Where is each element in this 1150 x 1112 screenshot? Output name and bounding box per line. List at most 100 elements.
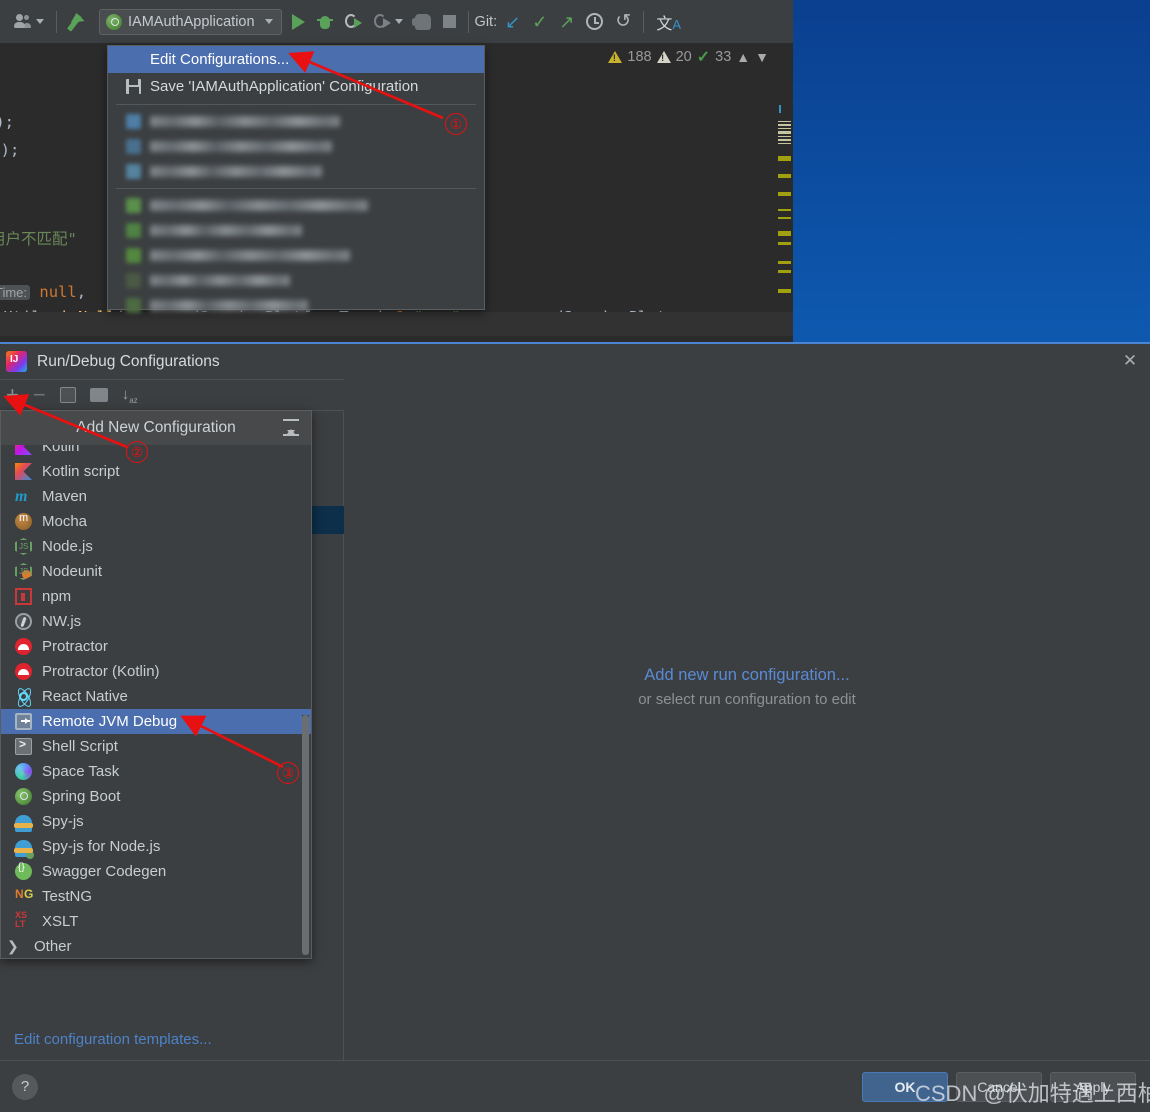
list-item-spy-js[interactable]: Spy-js <box>1 809 311 834</box>
translate-icon[interactable]: 文A <box>650 7 687 37</box>
menu-item-label: Edit Configurations... <box>150 51 290 68</box>
add-new-configuration-popup[interactable]: Add New Configuration Kotlin Kotlin scri… <box>0 410 312 959</box>
git-rollback-icon[interactable]: ↺ <box>609 7 637 37</box>
list-scrollbar[interactable] <box>302 715 309 955</box>
git-commit-icon[interactable]: ✓ <box>526 7 553 37</box>
list-item-label: Spy-js for Node.js <box>42 838 161 855</box>
list-item-protractor[interactable]: Protractor <box>1 634 311 659</box>
list-item-label: Kotlin <box>42 445 80 455</box>
minus-icon[interactable]: − <box>33 384 46 406</box>
list-item-label: Kotlin script <box>42 463 120 480</box>
save-icon <box>126 79 141 94</box>
list-item-label: Protractor (Kotlin) <box>42 663 160 680</box>
chevron-down-icon <box>394 19 403 24</box>
menu-item-redacted[interactable] <box>108 109 484 134</box>
edit-configuration-templates-link[interactable]: Edit configuration templates... <box>14 1031 212 1048</box>
list-item-kotlin-script[interactable]: Kotlin script <box>1 459 311 484</box>
list-item-spy-js-nodejs[interactable]: Spy-js for Node.js <box>1 834 311 859</box>
chevron-up-icon[interactable]: ▲ <box>736 49 750 65</box>
menu-item-redacted[interactable] <box>108 218 484 243</box>
warning-count: 188 <box>627 49 652 65</box>
run-configuration-dropdown-menu[interactable]: Edit Configurations... Save 'IAMAuthAppl… <box>107 45 485 313</box>
list-scrollbar-thumb[interactable] <box>302 715 309 955</box>
redacted-label <box>150 141 332 152</box>
stop-button[interactable] <box>437 7 462 37</box>
empty-state-subtitle: or select run configuration to edit <box>638 691 856 708</box>
menu-item-redacted[interactable] <box>108 193 484 218</box>
remote-jvm-debug-icon <box>15 713 32 730</box>
attach-to-process-button[interactable] <box>409 7 437 37</box>
empty-state: Add new run configuration... or select r… <box>344 666 1150 708</box>
protractor-kotlin-icon <box>15 663 32 680</box>
chevron-down-icon[interactable]: ▼ <box>755 49 769 65</box>
menu-item-redacted[interactable] <box>108 293 484 318</box>
list-item-spring-boot[interactable]: Spring Boot <box>1 784 311 809</box>
code-line: pe); <box>0 141 20 159</box>
list-item-npm[interactable]: npm <box>1 584 311 609</box>
configuration-detail-panel: Add new run configuration... or select r… <box>344 412 1150 1060</box>
toolbar-divider <box>643 10 645 33</box>
user-avatar-icon[interactable] <box>8 7 50 37</box>
menu-item-redacted[interactable] <box>108 243 484 268</box>
menu-item-edit-configurations[interactable]: Edit Configurations... <box>108 46 484 73</box>
list-item-protractor-kotlin[interactable]: Protractor (Kotlin) <box>1 659 311 684</box>
editor-error-stripe[interactable] <box>778 121 791 295</box>
profile-button[interactable] <box>368 7 409 37</box>
list-item-nwjs[interactable]: NW.js <box>1 609 311 634</box>
menu-item-redacted[interactable] <box>108 134 484 159</box>
list-item-label: Remote JVM Debug <box>42 713 178 730</box>
run-debug-configurations-dialog: Run/Debug Configurations ✕ + − ↓az Edit … <box>0 342 1150 1112</box>
list-item-kotlin[interactable]: Kotlin <box>1 445 311 459</box>
list-item-label: npm <box>42 588 72 605</box>
redacted-icon <box>126 248 141 263</box>
list-item-maven[interactable]: m Maven <box>1 484 311 509</box>
git-push-icon[interactable]: ↗ <box>553 7 580 37</box>
redacted-label <box>150 116 340 127</box>
menu-item-redacted[interactable] <box>108 268 484 293</box>
run-button[interactable] <box>286 7 311 37</box>
git-history-icon[interactable] <box>580 7 609 37</box>
list-item-space-task[interactable]: Space Task <box>1 759 311 784</box>
csdn-watermark: CSDN @伏加特遇上西柚 <box>915 1081 1150 1106</box>
list-item-nodeunit[interactable]: Nodeunit <box>1 559 311 584</box>
list-item-mocha[interactable]: Mocha <box>1 509 311 534</box>
list-item-shell-script[interactable]: Shell Script <box>1 734 311 759</box>
list-item-other[interactable]: ❯ Other <box>1 934 311 958</box>
menu-divider <box>116 104 476 105</box>
list-item-react-native[interactable]: React Native <box>1 684 311 709</box>
testng-icon <box>15 887 33 905</box>
vcs-update-arrow-icon[interactable] <box>63 7 95 37</box>
menu-item-redacted[interactable] <box>108 159 484 184</box>
inspection-widget[interactable]: 188 20 ✓ 33 ▲ ▼ <box>608 47 769 67</box>
redacted-label <box>150 166 322 177</box>
sort-alphabetically-icon[interactable]: ↓az <box>122 386 138 405</box>
add-new-run-configuration-link[interactable]: Add new run configuration... <box>344 666 1150 685</box>
new-folder-icon[interactable] <box>89 388 108 402</box>
redacted-label <box>150 225 302 236</box>
menu-item-save-configuration[interactable]: Save 'IAMAuthApplication' Configuration <box>108 73 484 100</box>
list-item-testng[interactable]: TestNG <box>1 884 311 909</box>
plus-icon[interactable]: + <box>6 384 19 406</box>
list-item-xslt[interactable]: XS LT <box>1 909 311 934</box>
help-icon[interactable]: ? <box>12 1073 38 1100</box>
list-item-remote-jvm-debug[interactable]: Remote JVM Debug <box>1 709 311 734</box>
react-native-icon <box>15 688 32 705</box>
close-icon[interactable]: ✕ <box>1118 349 1142 373</box>
xslt-icon <box>15 910 32 930</box>
redacted-icon <box>126 223 141 238</box>
collapse-all-icon[interactable] <box>283 419 299 437</box>
debug-button[interactable] <box>311 7 339 37</box>
run-with-coverage-button[interactable] <box>339 7 368 37</box>
tree-selected-node[interactable] <box>312 506 344 534</box>
configuration-type-list[interactable]: Kotlin Kotlin script m Maven Mocha Node.… <box>1 445 311 958</box>
spy-js-node-icon <box>14 840 34 859</box>
ide-window: IAMAuthApplication Git: ↙ ✓ ↗ ↺ 文A ! 188… <box>0 0 793 342</box>
redacted-icon <box>126 114 141 129</box>
run-configuration-selector[interactable]: IAMAuthApplication <box>99 8 282 35</box>
npm-icon <box>15 588 32 605</box>
copy-icon[interactable] <box>59 387 76 403</box>
dialog-toolbar: + − ↓az <box>0 379 344 411</box>
list-item-swagger-codegen[interactable]: Swagger Codegen <box>1 859 311 884</box>
git-update-icon[interactable]: ↙ <box>499 7 526 37</box>
list-item-nodejs[interactable]: Node.js <box>1 534 311 559</box>
